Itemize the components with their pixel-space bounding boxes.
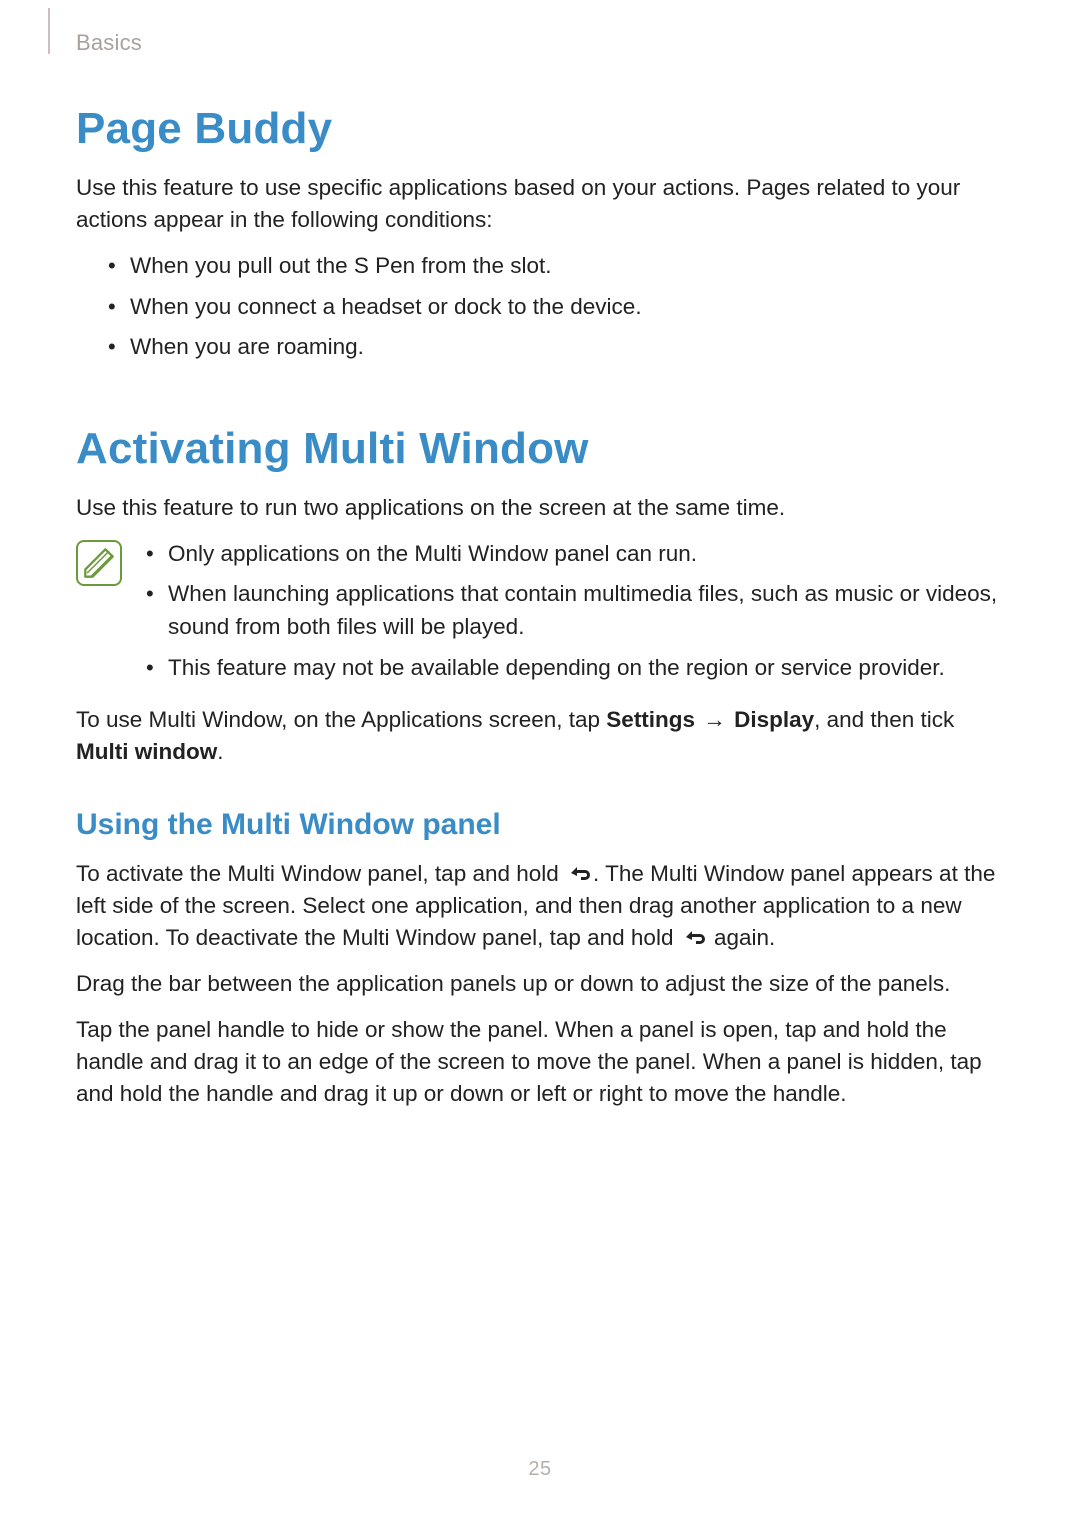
- header-rule: [48, 8, 50, 54]
- note-bullets: Only applications on the Multi Window pa…: [138, 538, 1004, 693]
- arrow-icon: →: [701, 704, 728, 736]
- page-content: Page Buddy Use this feature to use speci…: [76, 104, 1004, 1110]
- text: , and then tick: [814, 707, 954, 732]
- heading-multi-window: Activating Multi Window: [76, 424, 1004, 474]
- multi-window-instruction: To use Multi Window, on the Applications…: [76, 704, 1004, 768]
- list-item: When launching applications that contain…: [146, 578, 1004, 643]
- list-item: This feature may not be available depend…: [146, 652, 1004, 685]
- text: To use Multi Window, on the Applications…: [76, 707, 606, 732]
- multi-window-intro: Use this feature to run two applications…: [76, 492, 1004, 524]
- list-item: Only applications on the Multi Window pa…: [146, 538, 1004, 571]
- manual-page: Basics Page Buddy Use this feature to us…: [0, 0, 1080, 1527]
- back-icon: [680, 924, 708, 944]
- page-number: 25: [0, 1458, 1080, 1481]
- using-panel-p3: Tap the panel handle to hide or show the…: [76, 1014, 1004, 1110]
- label-display: Display: [734, 707, 814, 732]
- list-item: When you connect a headset or dock to th…: [108, 291, 1004, 324]
- heading-using-panel: Using the Multi Window panel: [76, 808, 1004, 842]
- list-item: When you are roaming.: [108, 331, 1004, 364]
- note-icon: [76, 540, 122, 586]
- using-panel-p2: Drag the bar between the application pan…: [76, 968, 1004, 1000]
- label-settings: Settings: [606, 707, 695, 732]
- back-icon: [565, 860, 593, 880]
- label-multi-window: Multi window: [76, 739, 217, 764]
- heading-page-buddy: Page Buddy: [76, 104, 1004, 154]
- page-buddy-conditions: When you pull out the S Pen from the slo…: [76, 250, 1004, 364]
- page-buddy-intro: Use this feature to use specific applica…: [76, 172, 1004, 236]
- text: .: [217, 739, 223, 764]
- using-panel-p1: To activate the Multi Window panel, tap …: [76, 858, 1004, 954]
- list-item: When you pull out the S Pen from the slo…: [108, 250, 1004, 283]
- text: To activate the Multi Window panel, tap …: [76, 861, 565, 886]
- section-breadcrumb: Basics: [76, 30, 142, 56]
- note-block: Only applications on the Multi Window pa…: [76, 538, 1004, 693]
- text: again.: [708, 925, 776, 950]
